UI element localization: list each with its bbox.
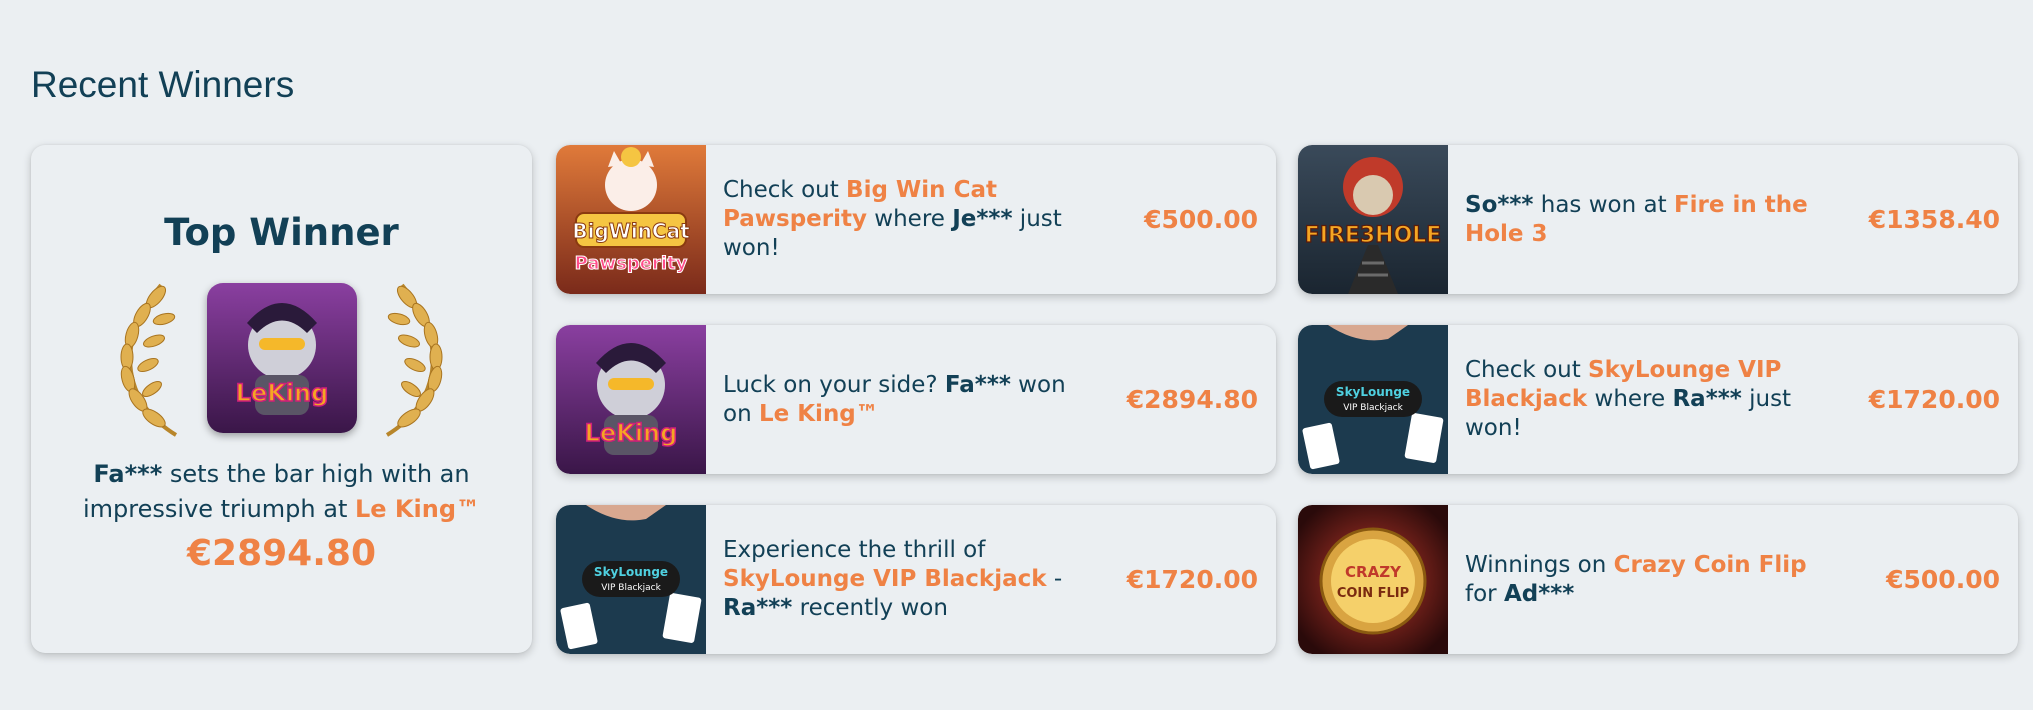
top-winner-game-thumbnail[interactable]: LeKing xyxy=(207,283,357,433)
game-link[interactable]: Crazy Coin Flip xyxy=(1614,552,1807,578)
message-text: Experience the thrill of xyxy=(723,537,986,563)
message-text: Luck on your side? xyxy=(723,371,945,398)
winner-message: So*** has won at Fire in the Hole 3 xyxy=(1465,145,1835,294)
game-thumbnail[interactable]: SkyLounge VIP Blackjack xyxy=(556,505,706,654)
winner-user: So*** xyxy=(1465,191,1534,218)
message-text: where xyxy=(866,206,953,232)
winner-user: Ra*** xyxy=(723,595,793,621)
thumb-label: SkyLounge xyxy=(1336,385,1410,399)
winner-card[interactable]: SkyLounge VIP Blackjack Experience the t… xyxy=(556,505,1276,654)
top-winner-game-link[interactable]: Le King™ xyxy=(355,495,480,523)
top-winner-thumb-label: LeKing xyxy=(236,379,329,407)
game-link[interactable]: SkyLounge VIP Blackjack xyxy=(723,566,1047,592)
message-text: for xyxy=(1465,580,1504,607)
winner-card[interactable]: SkyLounge VIP Blackjack Check out SkyLou… xyxy=(1298,325,2018,474)
message-text: where xyxy=(1587,386,1673,412)
winner-user: Ra*** xyxy=(1672,386,1742,412)
message-text: has won at xyxy=(1533,191,1674,218)
winner-card[interactable]: BigWinCat Pawsperity Check out Big Win C… xyxy=(556,145,1276,294)
thumb-label: CRAZY xyxy=(1345,563,1402,581)
winner-card[interactable]: LeKing Luck on your side? Fa*** won on L… xyxy=(556,325,1276,474)
winner-user: Ad*** xyxy=(1503,580,1575,607)
winner-card[interactable]: CRAZY COIN FLIP Winnings on Crazy Coin F… xyxy=(1298,505,2018,654)
top-winner-card[interactable]: Top Winner LeKing Fa*** sets the bar hig… xyxy=(31,145,532,653)
thumb-label: VIP Blackjack xyxy=(1343,403,1403,413)
winner-card[interactable]: FIRE3HOLE So*** has won at Fire in the H… xyxy=(1298,145,2018,294)
laurel-right-icon xyxy=(377,275,457,445)
winner-message: Luck on your side? Fa*** won on Le King™ xyxy=(723,325,1093,474)
game-thumbnail[interactable]: CRAZY COIN FLIP xyxy=(1298,505,1448,654)
thumb-label: Pawsperity xyxy=(575,253,688,274)
winner-message: Experience the thrill of SkyLounge VIP B… xyxy=(723,505,1093,654)
win-amount: €2894.80 xyxy=(1126,385,1258,414)
win-amount: €1358.40 xyxy=(1868,205,2000,234)
message-text: recently won xyxy=(792,595,948,621)
laurel-left-icon xyxy=(106,275,186,445)
win-amount: €1720.00 xyxy=(1868,385,2000,414)
winner-message: Check out SkyLounge VIP Blackjack where … xyxy=(1465,325,1835,474)
game-thumbnail[interactable]: BigWinCat Pawsperity xyxy=(556,145,706,294)
thumb-label: SkyLounge xyxy=(594,565,668,579)
top-winner-user: Fa*** xyxy=(93,460,163,488)
game-link[interactable]: Le King™ xyxy=(759,401,879,427)
game-thumbnail[interactable]: LeKing xyxy=(556,325,706,474)
top-winner-message: Fa*** sets the bar high with an impressi… xyxy=(61,457,502,527)
game-thumbnail[interactable]: FIRE3HOLE xyxy=(1298,145,1448,294)
winner-message: Check out Big Win Cat Pawsperity where J… xyxy=(723,145,1093,294)
game-thumbnail[interactable]: SkyLounge VIP Blackjack xyxy=(1298,325,1448,474)
message-text: Check out xyxy=(723,177,847,203)
message-text: - xyxy=(1046,566,1063,592)
winner-user: Fa*** xyxy=(944,371,1011,398)
thumb-label: LeKing xyxy=(585,419,678,447)
win-amount: €500.00 xyxy=(1886,565,2000,594)
winner-message: Winnings on Crazy Coin Flip for Ad*** xyxy=(1465,505,1835,654)
win-amount: €500.00 xyxy=(1144,205,1258,234)
thumb-label: COIN FLIP xyxy=(1337,586,1409,601)
message-text: Winnings on xyxy=(1465,551,1614,578)
top-winner-heading: Top Winner xyxy=(164,211,399,254)
thumb-label: BigWinCat xyxy=(572,219,690,243)
top-winner-amount: €2894.80 xyxy=(186,533,377,574)
win-amount: €1720.00 xyxy=(1126,565,1258,594)
thumb-label: FIRE3HOLE xyxy=(1305,223,1442,248)
winner-user: Je*** xyxy=(952,206,1013,232)
thumb-label: VIP Blackjack xyxy=(601,583,661,593)
message-text: Check out xyxy=(1465,357,1589,383)
section-title: Recent Winners xyxy=(31,64,295,105)
